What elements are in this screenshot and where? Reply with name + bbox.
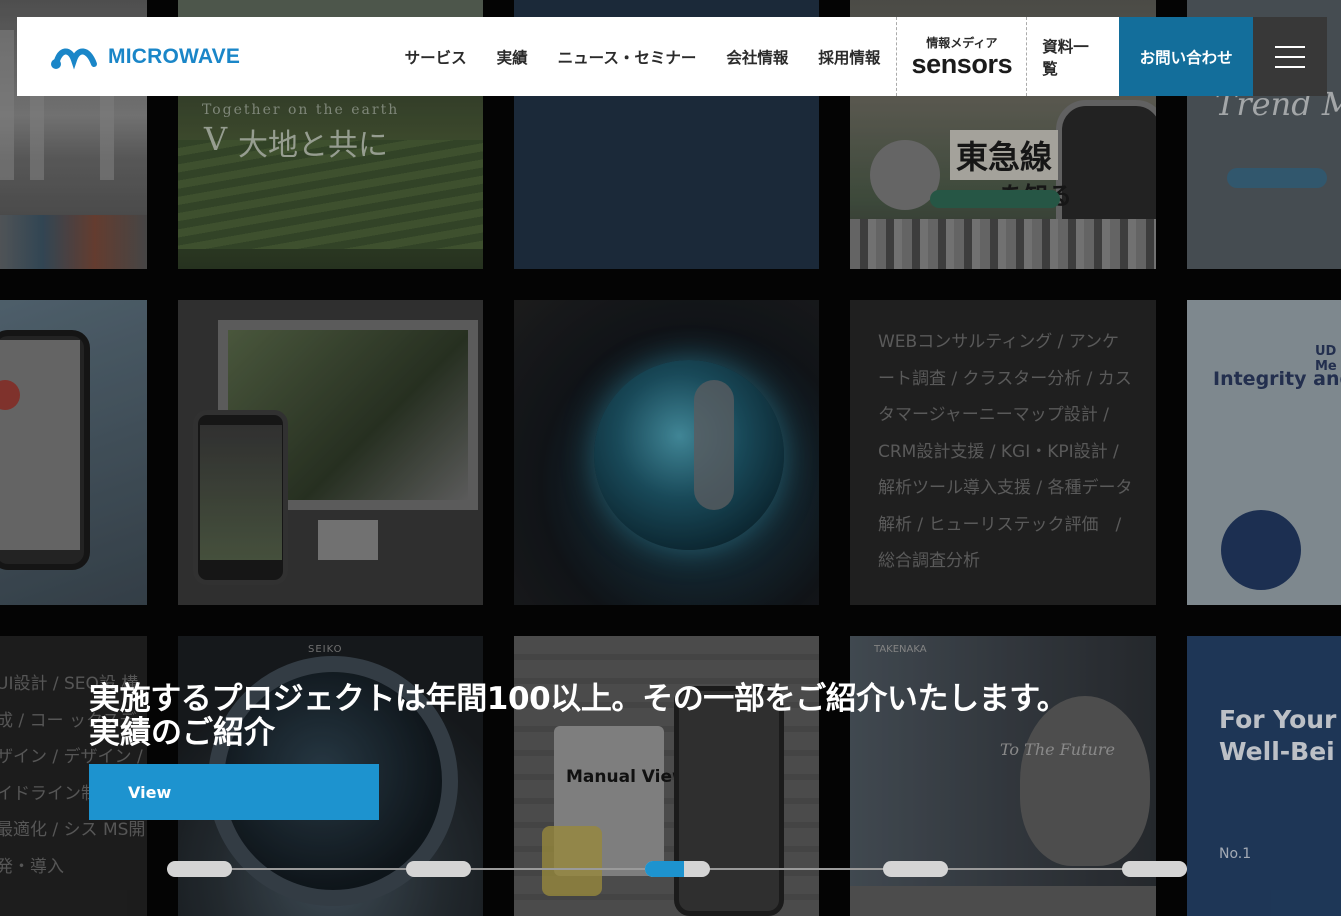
pager-progress-fill bbox=[644, 861, 684, 877]
work-tile-autobacs bbox=[178, 300, 483, 605]
nav-item-company[interactable]: 会社情報 bbox=[711, 46, 803, 68]
slider-pager bbox=[167, 861, 1187, 877]
pager-dot[interactable] bbox=[167, 861, 232, 877]
phone-mockup bbox=[674, 686, 784, 916]
field-logo: V bbox=[204, 120, 228, 158]
work-tile-card bbox=[0, 300, 147, 605]
hamburger-menu-icon bbox=[1275, 45, 1306, 68]
dog-illustration bbox=[0, 215, 147, 269]
phone-screen bbox=[200, 425, 282, 560]
ubs-no1-badge: No.1 bbox=[1219, 846, 1252, 862]
contact-button[interactable]: お問い合わせ bbox=[1119, 17, 1254, 96]
field-headline: 大地と共に bbox=[238, 128, 388, 163]
nav-item-services[interactable]: サービス bbox=[390, 46, 482, 68]
seiko-logo: SEIKO bbox=[308, 644, 343, 655]
ubs-title: For Your Well-Bei bbox=[1219, 705, 1337, 766]
tile-footer-band bbox=[850, 886, 1156, 916]
trend-pill-button bbox=[1227, 168, 1327, 188]
view-works-button[interactable]: View bbox=[89, 764, 379, 820]
work-tile-consulting: WEBコンサルティング / アンケート調査 / クラスター分析 / カスタマージ… bbox=[850, 300, 1156, 605]
work-tile-globe bbox=[514, 300, 819, 605]
consulting-services-text: WEBコンサルティング / アンケート調査 / クラスター分析 / カスタマージ… bbox=[878, 332, 1139, 571]
pager-dot[interactable] bbox=[405, 861, 471, 877]
pager-dot[interactable] bbox=[1122, 861, 1187, 877]
digital-globe-image bbox=[594, 360, 784, 550]
sensors-media-link[interactable]: 情報メディア sensors bbox=[896, 17, 1028, 96]
pager-dot[interactable] bbox=[883, 861, 949, 877]
global-nav: サービス 実績 ニュース・セミナー 会社情報 採用情報 bbox=[390, 17, 896, 96]
sensors-logo: sensors bbox=[911, 48, 1013, 79]
field-tagline: Together on the earth bbox=[202, 102, 400, 118]
ud-title: Integrity and bbox=[1213, 368, 1341, 390]
hand-image bbox=[694, 380, 734, 510]
worker-photo bbox=[1020, 696, 1150, 866]
city-illustration bbox=[850, 219, 1156, 269]
takenaka-tagline: To The Future bbox=[1000, 740, 1115, 759]
hall-arch bbox=[0, 30, 14, 180]
work-tile-ubs: For Your Well-Bei No.1 bbox=[1187, 636, 1341, 916]
brand-name: MICROWAVE bbox=[108, 44, 241, 68]
work-tile-ud: UD Me Integrity and bbox=[1187, 300, 1341, 605]
pager-dot[interactable] bbox=[644, 861, 710, 877]
monitor-stand bbox=[318, 520, 378, 560]
takenaka-logo: TAKENAKA bbox=[874, 644, 927, 655]
train-title: 東急線 bbox=[950, 130, 1059, 180]
microwave-logo-icon bbox=[51, 48, 97, 69]
nav-item-works[interactable]: 実績 bbox=[482, 46, 543, 68]
menu-button[interactable] bbox=[1253, 17, 1328, 96]
nav-item-recruit[interactable]: 採用情報 bbox=[803, 46, 895, 68]
ud-circle-link bbox=[1221, 510, 1301, 590]
brand-logo-link[interactable]: MICROWAVE bbox=[17, 17, 377, 96]
site-header: MICROWAVE サービス 実績 ニュース・セミナー 会社情報 採用情報 情報… bbox=[17, 17, 1328, 96]
nav-item-news-seminar[interactable]: ニュース・セミナー bbox=[543, 46, 712, 68]
profile-pill-button bbox=[930, 190, 1060, 208]
hero-title: 実績のご紹介 bbox=[89, 715, 275, 751]
phone-screen bbox=[0, 340, 80, 550]
nav-item-documents[interactable]: 資料一覧 bbox=[1027, 17, 1119, 96]
